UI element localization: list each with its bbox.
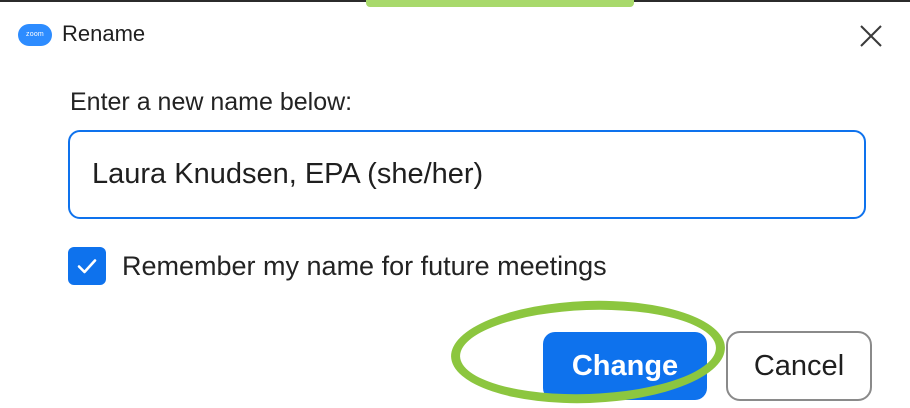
title-bar: zoom Rename [0,10,910,56]
dialog-title: Rename [62,21,146,46]
zoom-app-icon: zoom [18,24,52,46]
remember-name-checkbox[interactable] [68,247,106,285]
remember-name-label: Remember my name for future meetings [122,251,607,281]
name-input[interactable] [68,130,866,219]
rename-dialog: zoom Rename Enter a new name below: Reme… [0,0,910,408]
checkmark-icon [77,259,97,274]
close-icon[interactable] [853,18,889,54]
remember-name-option[interactable]: Remember my name for future meetings [68,246,607,286]
annotation-highlight-top [366,0,634,7]
cancel-button[interactable]: Cancel [726,331,872,401]
change-button[interactable]: Change [543,332,707,400]
rename-prompt-label: Enter a new name below: [70,88,353,116]
